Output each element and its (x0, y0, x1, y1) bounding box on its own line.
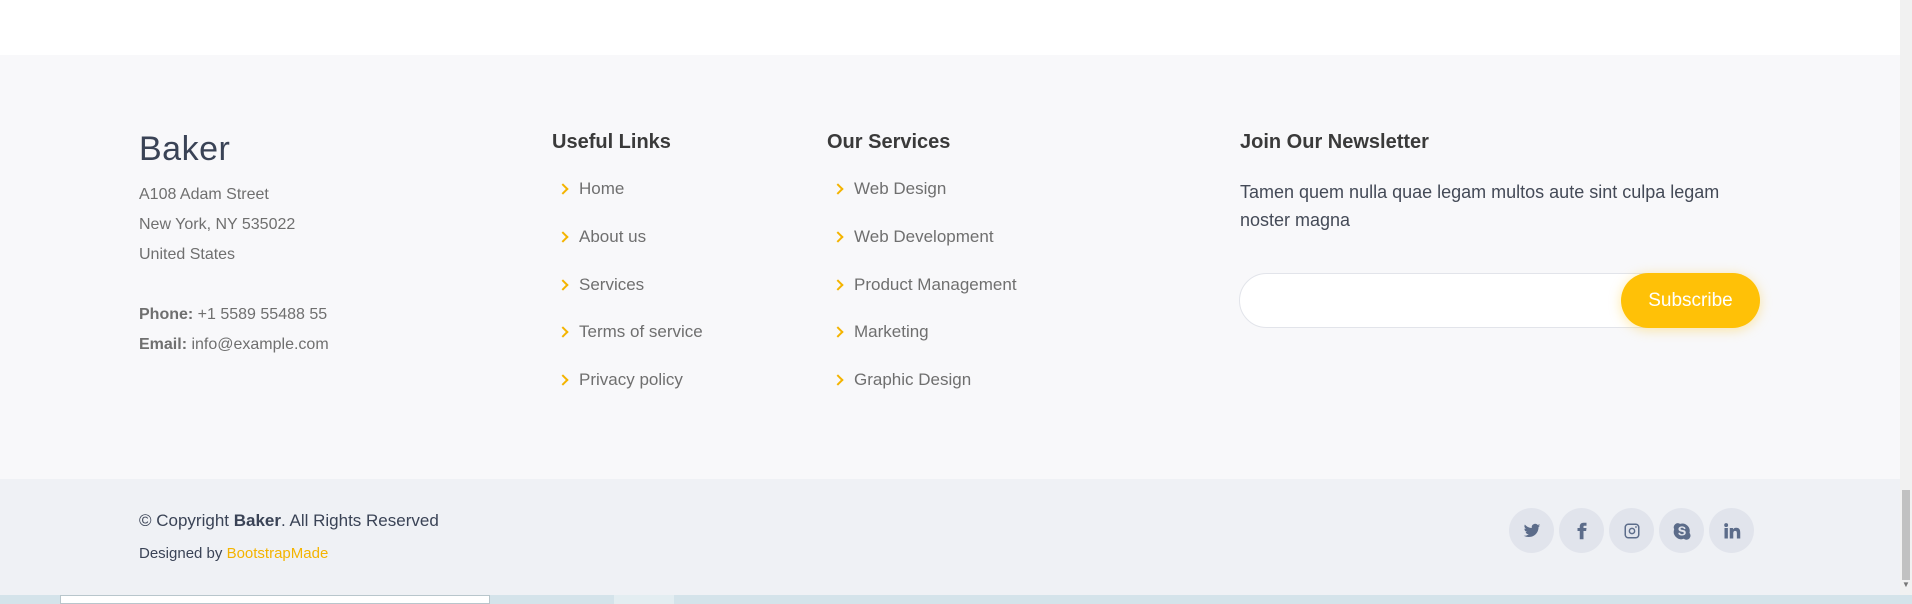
service-link-marketing[interactable]: Marketing (830, 322, 929, 342)
useful-links-title: Useful Links (552, 131, 671, 153)
email-contact: Email: info@example.com (139, 336, 329, 354)
footer-top (0, 55, 1900, 479)
phone-label: Phone: (139, 306, 194, 323)
taskbar-segment (614, 595, 674, 604)
linkedin-link[interactable] (1709, 508, 1754, 553)
service-link-web-design[interactable]: Web Design (830, 179, 946, 199)
newsletter-title: Join Our Newsletter (1240, 131, 1429, 153)
chevron-right-icon (557, 279, 569, 291)
copyright-text: © Copyright Baker. All Rights Reserved (139, 511, 439, 530)
skype-icon (1673, 522, 1691, 540)
useful-link-about[interactable]: About us (555, 227, 646, 247)
chevron-right-icon (832, 231, 844, 243)
credits: Designed by BootstrapMade (139, 545, 329, 562)
taskbar-search-box[interactable] (60, 595, 490, 604)
instagram-icon (1624, 523, 1639, 538)
chevron-right-icon (832, 326, 844, 338)
instagram-link[interactable] (1609, 508, 1654, 553)
taskbar-strip (0, 595, 1912, 604)
service-link-graphic-design[interactable]: Graphic Design (830, 370, 971, 390)
useful-link-privacy[interactable]: Privacy policy (555, 370, 683, 390)
chevron-right-icon (557, 326, 569, 338)
newsletter-description: Tamen quem nulla quae legam multos aute … (1240, 182, 1720, 230)
services-title: Our Services (827, 131, 951, 153)
copyright-brand: Baker (233, 511, 281, 530)
skype-link[interactable] (1659, 508, 1704, 553)
chevron-right-icon (832, 183, 844, 195)
phone-contact: Phone: +1 5589 55488 55 (139, 306, 327, 324)
twitter-icon (1523, 523, 1540, 537)
phone-number: +1 5589 55488 55 (197, 306, 328, 323)
chevron-right-icon (557, 374, 569, 386)
scrollbar-thumb[interactable] (1902, 490, 1910, 580)
linkedin-icon (1723, 522, 1740, 538)
address-line-2: New York, NY 535022 (139, 216, 296, 233)
email-label: Email: (139, 336, 188, 353)
newsletter-email-input[interactable] (1260, 284, 1630, 318)
facebook-icon (1577, 522, 1586, 539)
address-line-3: United States (139, 246, 236, 263)
scroll-down-arrow-icon[interactable]: ▼ (1901, 580, 1911, 592)
chevron-right-icon (832, 374, 844, 386)
footer-brand: Baker (139, 130, 231, 168)
chevron-right-icon (557, 231, 569, 243)
useful-link-terms[interactable]: Terms of service (555, 322, 703, 342)
twitter-link[interactable] (1509, 508, 1554, 553)
useful-link-services[interactable]: Services (555, 275, 644, 295)
useful-link-home[interactable]: Home (555, 179, 624, 199)
service-link-web-development[interactable]: Web Development (830, 227, 994, 247)
chevron-right-icon (557, 183, 569, 195)
service-link-product-management[interactable]: Product Management (830, 275, 1017, 295)
email-address: info@example.com (191, 336, 329, 353)
designer-link[interactable]: BootstrapMade (227, 545, 329, 562)
page-content-area (0, 0, 1900, 55)
facebook-link[interactable] (1559, 508, 1604, 553)
address-line-1: A108 Adam Street (139, 186, 269, 203)
subscribe-button[interactable]: Subscribe (1621, 273, 1760, 328)
chevron-right-icon (832, 279, 844, 291)
